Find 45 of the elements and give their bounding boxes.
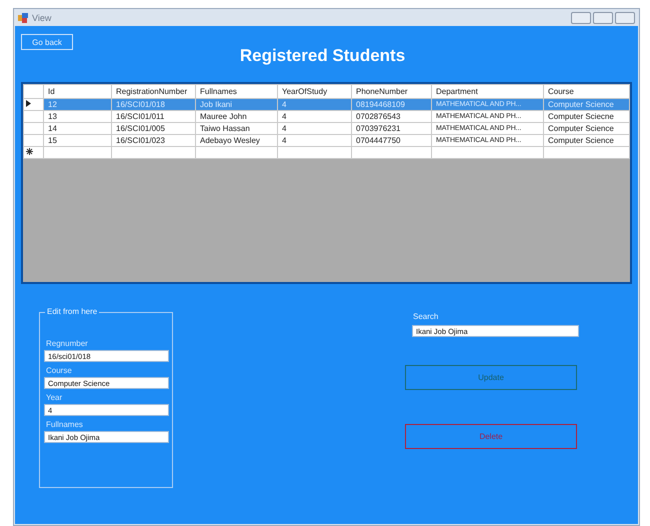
new-row-icon <box>26 148 33 155</box>
table-cell: 0703976231 <box>352 122 432 134</box>
table-cell: 0702876543 <box>352 110 432 122</box>
table-cell: 16/SCI01/018 <box>112 98 196 110</box>
column-header[interactable]: RegistrationNumber <box>112 84 196 98</box>
column-header[interactable]: Department <box>432 84 544 98</box>
field-label: Search <box>413 312 440 321</box>
table-cell: Computer Science <box>544 122 630 134</box>
page-heading: Registered Students <box>238 46 406 66</box>
table-cell: 16/SCI01/005 <box>112 122 196 134</box>
table-cell: 16/SCI01/023 <box>112 134 196 146</box>
column-header[interactable]: Fullnames <box>196 84 278 98</box>
field-label: Year <box>46 393 64 402</box>
column-header[interactable]: Id <box>44 84 112 98</box>
table-cell: Mauree John <box>196 110 278 122</box>
window-title: View <box>32 12 52 22</box>
table-cell: Computer Science <box>544 134 630 146</box>
table-cell: 16/SCI01/011 <box>112 110 196 122</box>
table-cell: 14 <box>44 122 112 134</box>
table-cell: 13 <box>44 110 112 122</box>
table-cell: 4 <box>278 122 352 134</box>
column-header[interactable]: YearOfStudy <box>278 84 352 98</box>
table-cell: Computer Sciecne <box>544 110 630 122</box>
table-cell: Computer Science <box>544 98 630 110</box>
app-icon <box>18 12 28 22</box>
table-cell: 0704447750 <box>352 134 432 146</box>
table-cell: 12 <box>44 98 112 110</box>
maximize-button[interactable] <box>593 12 613 24</box>
table-cell: 4 <box>278 134 352 146</box>
table-cell: 4 <box>278 110 352 122</box>
current-row-icon <box>26 100 31 107</box>
table-cell: 08194468109 <box>352 98 432 110</box>
field-label: Regnumber <box>46 339 89 348</box>
field-label: Course <box>46 366 73 375</box>
table-cell: Adebayo Wesley <box>196 134 278 146</box>
field-label: Fullnames <box>46 420 84 429</box>
table-cell: Taiwo Hassan <box>196 122 278 134</box>
table-cell: 4 <box>278 98 352 110</box>
group-title: Edit from here <box>45 307 100 316</box>
close-button[interactable] <box>615 12 635 24</box>
table-cell: 15 <box>44 134 112 146</box>
column-header[interactable]: Course <box>544 84 630 98</box>
minimize-button[interactable] <box>571 12 591 24</box>
column-header[interactable]: PhoneNumber <box>352 84 432 98</box>
table-cell: Job Ikani <box>196 98 278 110</box>
